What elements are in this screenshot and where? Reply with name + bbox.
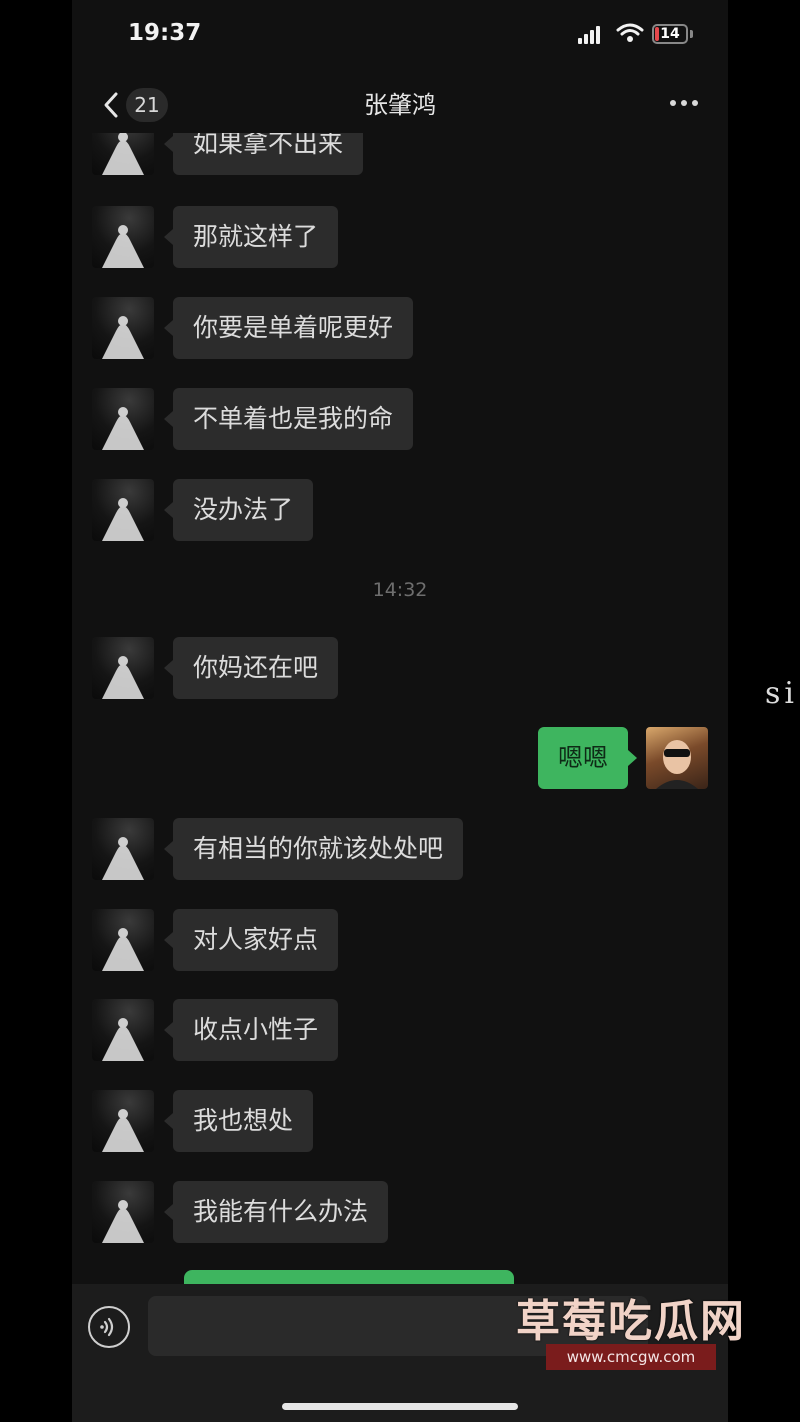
contact-avatar[interactable] [92, 479, 154, 541]
home-indicator [282, 1403, 518, 1410]
incoming-message-bubble[interactable]: 那就这样了 [163, 206, 339, 268]
battery-level: 14 [660, 26, 680, 42]
wifi-icon [616, 23, 644, 42]
incoming-message-bubble[interactable]: 你妈还在吧 [163, 637, 339, 699]
voice-wave-icon [100, 1317, 114, 1337]
incoming-message-bubble[interactable]: 我能有什么办法 [163, 1181, 389, 1243]
incoming-message-bubble[interactable]: 不单着也是我的命 [163, 388, 414, 450]
chat-message-list[interactable]: 如果拿不出来那就这样了你要是单着呢更好 不单着也是我的命 没办法了 14:32 你妈还在… [72, 133, 728, 1283]
incoming-message-bubble[interactable]: 我也想处 [163, 1090, 314, 1152]
contact-avatar[interactable] [92, 388, 154, 450]
incoming-message-bubble[interactable]: 对人家好点 [163, 909, 339, 971]
more-options-icon[interactable] [670, 100, 700, 108]
battery-cap [690, 30, 693, 38]
incoming-message-bubble[interactable]: 你要是单着呢更好 [163, 297, 414, 359]
watermark-url: www.cmcgw.com [546, 1344, 716, 1370]
my-avatar[interactable] [646, 727, 708, 789]
contact-avatar[interactable] [92, 1090, 154, 1152]
contact-avatar[interactable] [92, 818, 154, 880]
outgoing-message-bubble[interactable]: 嗯嗯 [537, 727, 638, 789]
message-timestamp: 14:32 [372, 579, 428, 601]
status-time: 19:37 [128, 20, 202, 46]
contact-avatar[interactable] [92, 1181, 154, 1243]
incoming-message-bubble[interactable]: 如果拿不出来 [163, 133, 364, 175]
contact-avatar[interactable] [92, 297, 154, 359]
contact-avatar[interactable] [92, 206, 154, 268]
contact-avatar[interactable] [92, 637, 154, 699]
battery-icon: 14 [652, 24, 688, 44]
chat-title: 张肇鸿 [364, 91, 436, 119]
voice-input-button[interactable] [88, 1306, 130, 1348]
watermark-logo-text: 草莓吃瓜网 [516, 1296, 746, 1347]
incoming-message-bubble[interactable]: 收点小性子 [163, 999, 339, 1061]
signal-icon [578, 26, 606, 44]
incoming-message-bubble[interactable]: 有相当的你就该处处吧 [163, 818, 464, 880]
incoming-message-bubble[interactable]: 没办法了 [163, 479, 314, 541]
phone-screen: 19:37 14 21 张肇鸿 如果拿不出来 那就这样了 你要是单着呢更好 不单着也是… [72, 0, 728, 1422]
contact-avatar[interactable] [92, 133, 154, 175]
edge-caption-text: si [765, 676, 798, 711]
contact-avatar[interactable] [92, 999, 154, 1061]
contact-avatar[interactable] [92, 909, 154, 971]
